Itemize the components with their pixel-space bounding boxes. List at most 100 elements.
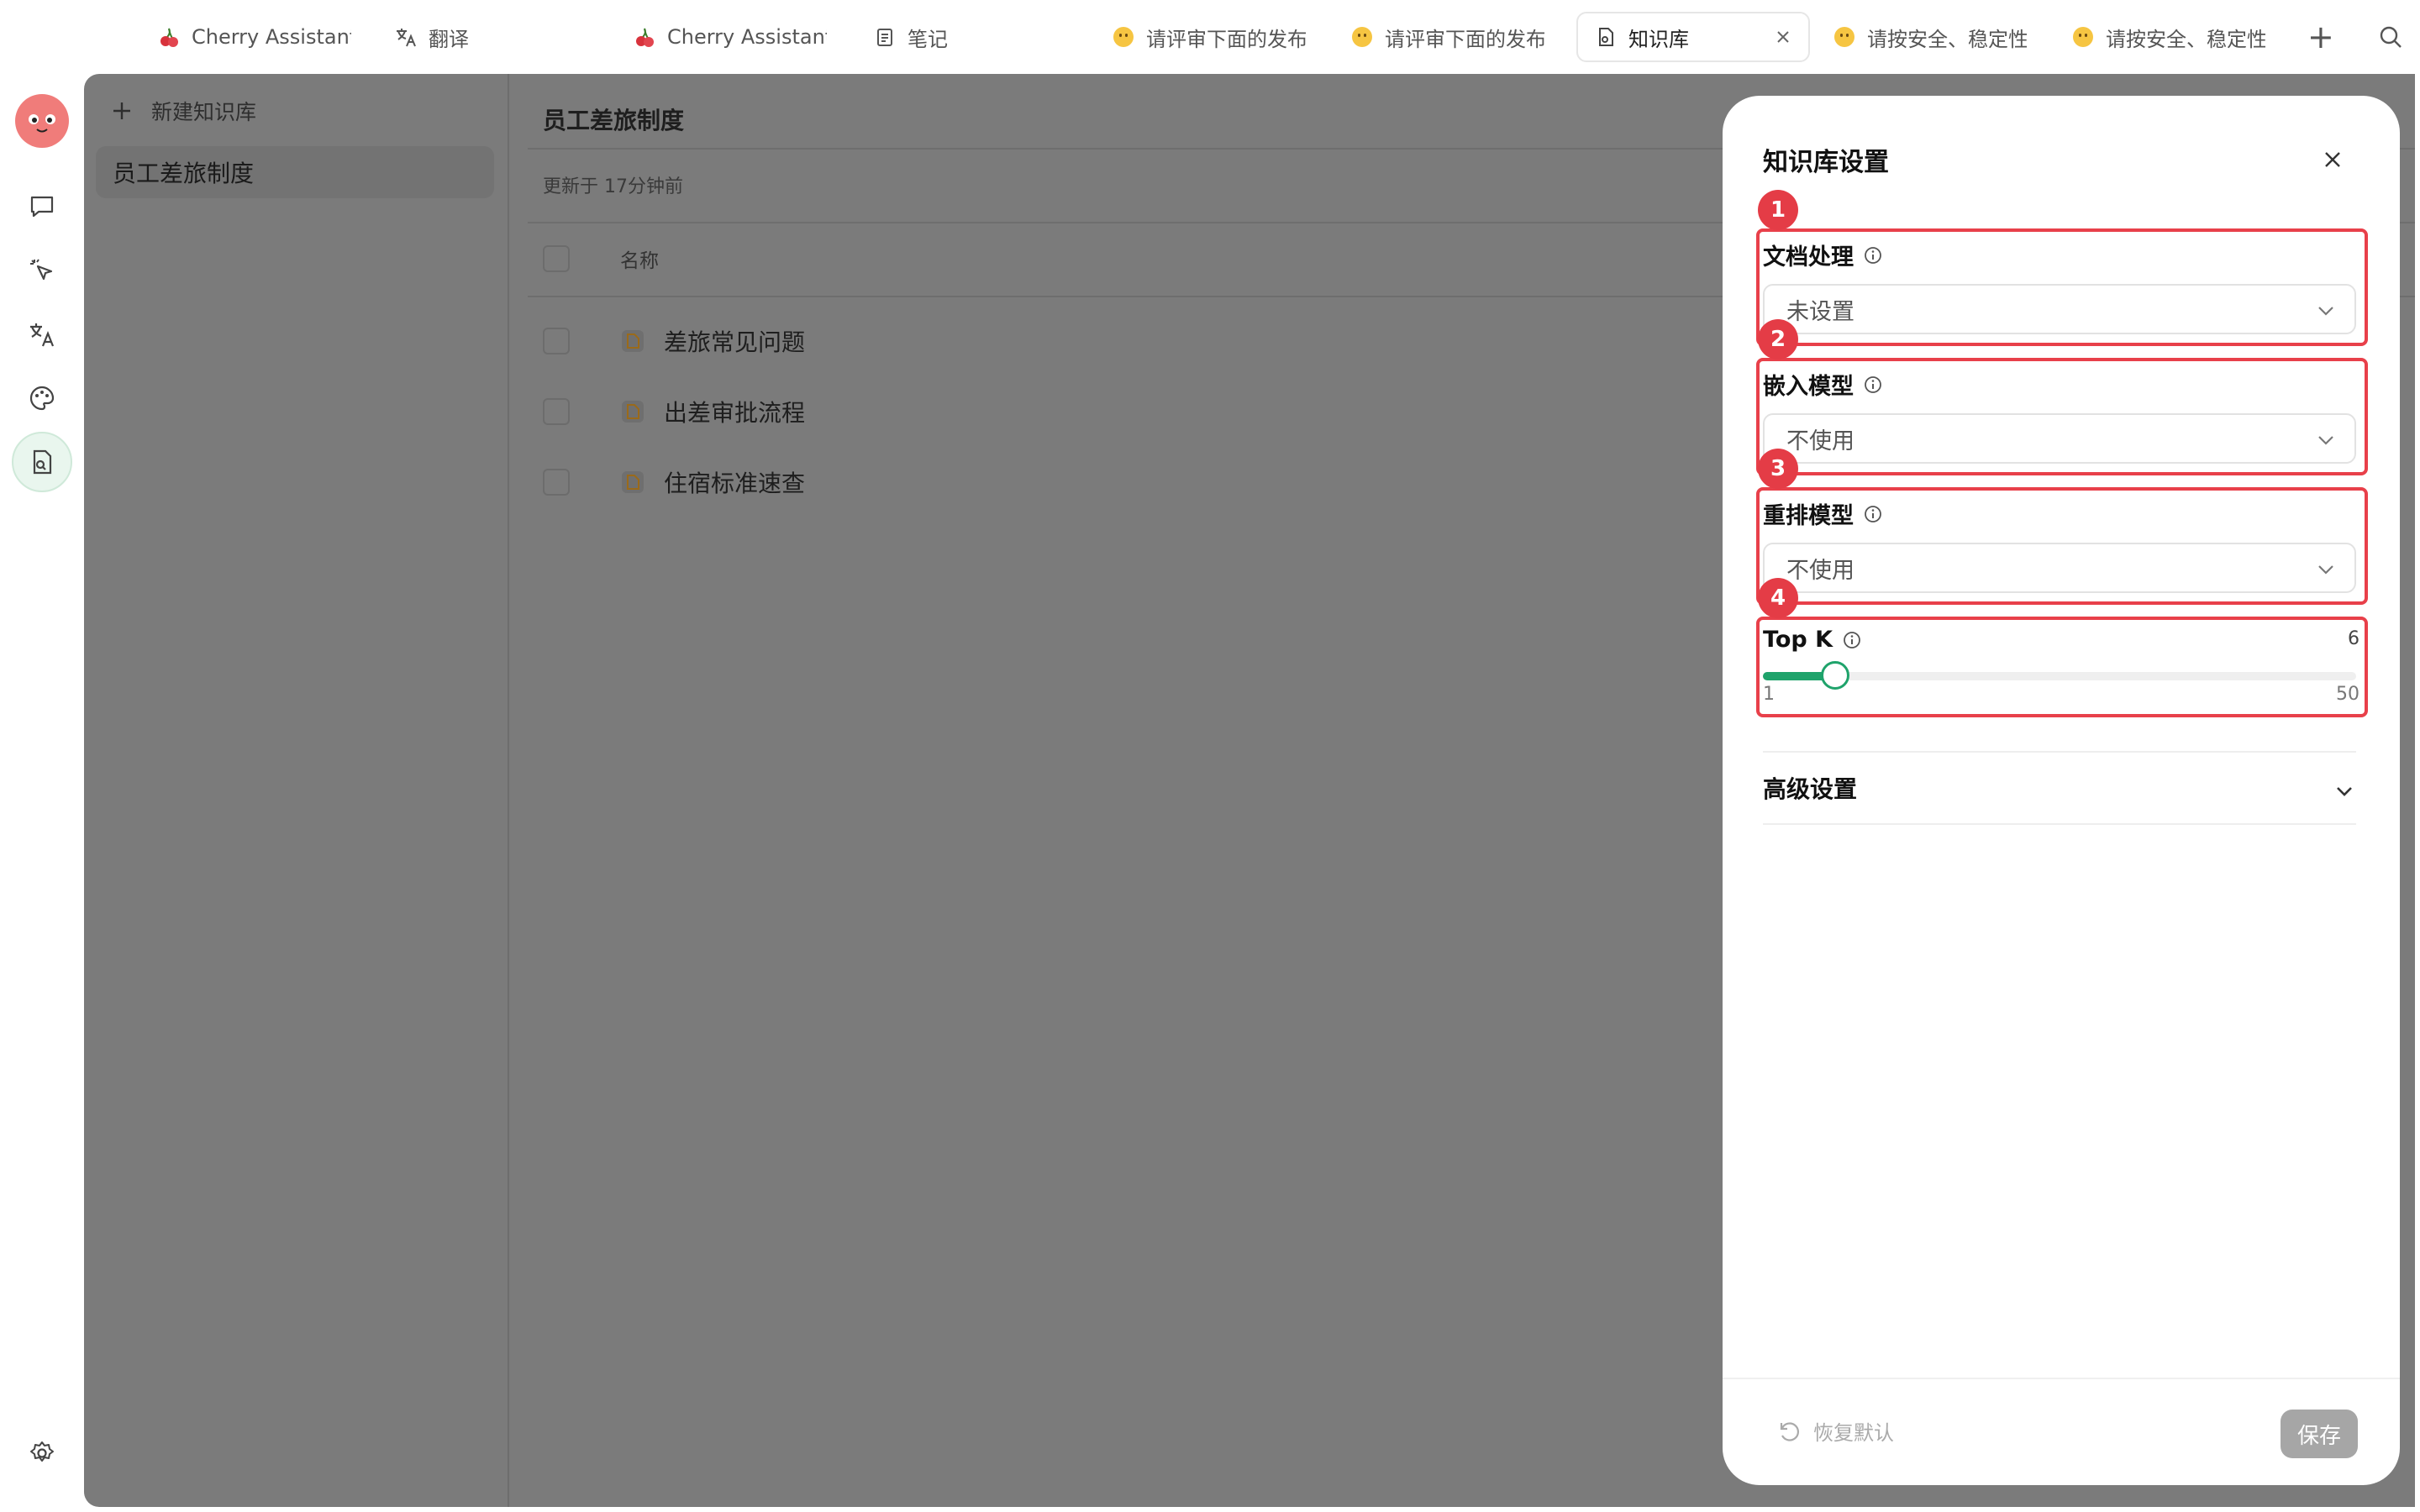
select-all-checkbox[interactable] xyxy=(543,245,570,272)
embedding-label: 嵌入模型 xyxy=(1763,368,1882,401)
emoji-icon xyxy=(2072,26,2094,48)
doc-processing-label-text: 文档处理 xyxy=(1763,244,1854,270)
tab-label: 知识库 xyxy=(1628,27,1689,51)
new-knowledge-base-button[interactable]: 新建知识库 xyxy=(111,96,256,126)
step-badge-1: 1 xyxy=(1758,190,1798,230)
table-row[interactable]: 住宿标准速查 xyxy=(543,457,805,507)
file-name: 出差审批流程 xyxy=(664,399,806,427)
topk-label: Top K xyxy=(1763,627,1861,653)
table-row[interactable]: 出差审批流程 xyxy=(543,386,805,437)
reset-defaults-button[interactable]: 恢复默认 xyxy=(1776,1416,1894,1446)
file-icon xyxy=(620,328,645,354)
save-button[interactable]: 保存 xyxy=(2281,1410,2358,1458)
chat-icon xyxy=(28,192,56,221)
row-checkbox[interactable] xyxy=(543,328,570,354)
file-icon xyxy=(620,399,645,424)
footer-divider xyxy=(1723,1378,2400,1379)
knowledge-base-title: 员工差旅制度 xyxy=(543,107,685,134)
tab-label: 笔记 xyxy=(908,27,948,51)
file-icon xyxy=(620,470,645,495)
doc-processing-value: 未设置 xyxy=(1786,298,1854,325)
close-icon xyxy=(2323,150,2343,170)
rerank-label-text: 重排模型 xyxy=(1763,503,1854,529)
knowledge-base-item[interactable]: 员工差旅制度 xyxy=(96,146,494,198)
translate-icon xyxy=(28,320,56,349)
file-name: 住宿标准速查 xyxy=(664,470,806,497)
info-icon[interactable] xyxy=(1843,631,1861,649)
sidebar-item-chat[interactable] xyxy=(12,176,72,237)
row-checkbox[interactable] xyxy=(543,398,570,425)
doc-processing-label: 文档处理 xyxy=(1763,239,1882,271)
emoji-icon xyxy=(1113,26,1134,48)
tab-label: 请评审下面的发布 xyxy=(1146,27,1306,51)
step-badge-3: 3 xyxy=(1758,449,1798,489)
topk-slider-handle[interactable] xyxy=(1821,661,1849,690)
tab-knowledge[interactable]: 知识库 xyxy=(1576,12,1810,62)
rerank-label: 重排模型 xyxy=(1763,497,1882,530)
sidebar-item-paintings[interactable] xyxy=(12,368,72,428)
table-row[interactable]: 差旅常见问题 xyxy=(543,316,805,366)
chevron-down-icon xyxy=(2334,781,2354,801)
advanced-settings-toggle[interactable]: 高级设置 xyxy=(1763,751,2356,825)
tab-review-1[interactable]: 请评审下面的发布 xyxy=(1113,12,1306,62)
tab-cherry-assistant-1[interactable]: Cherry Assistant xyxy=(158,12,351,62)
tab-label: 请按安全、稳定性 xyxy=(1867,27,2027,51)
file-name: 差旅常见问题 xyxy=(664,328,806,356)
rerank-model-select[interactable]: 不使用 xyxy=(1763,543,2356,593)
sidebar-item-settings[interactable] xyxy=(12,1423,72,1483)
tab-label: Cherry Assistant xyxy=(667,25,827,49)
undo-icon xyxy=(1776,1419,1802,1444)
new-knowledge-base-label: 新建知识库 xyxy=(151,100,257,124)
chevron-down-icon xyxy=(2316,301,2336,321)
column-name-header: 名称 xyxy=(620,250,659,272)
reset-defaults-label: 恢复默认 xyxy=(1813,1421,1894,1445)
avatar[interactable] xyxy=(15,94,69,148)
knowledge-icon xyxy=(1595,26,1617,48)
emoji-icon xyxy=(1351,26,1373,48)
tab-security-1[interactable]: 请按安全、稳定性 xyxy=(1833,12,2027,62)
info-icon[interactable] xyxy=(1864,505,1882,523)
tab-cherry-assistant-2[interactable]: Cherry Assistant xyxy=(634,12,827,62)
knowledge-base-list: 新建知识库 员工差旅制度 xyxy=(84,74,508,1507)
tab-notes[interactable]: 笔记 xyxy=(874,12,975,62)
sidebar-item-knowledge[interactable] xyxy=(12,432,72,492)
embedding-value: 不使用 xyxy=(1786,428,1854,454)
tab-security-2[interactable]: 请按安全、稳定性 xyxy=(2072,12,2265,62)
step-badge-2: 2 xyxy=(1758,319,1798,360)
topk-min: 1 xyxy=(1763,684,1775,705)
emoji-icon xyxy=(1833,26,1855,48)
updated-time: 更新于 17分钟前 xyxy=(543,176,683,197)
close-panel-button[interactable] xyxy=(2317,144,2348,175)
tab-label: 请评审下面的发布 xyxy=(1385,27,1544,51)
tab-label: 翻译 xyxy=(429,27,469,51)
plus-icon xyxy=(111,100,133,122)
palette-icon xyxy=(28,384,56,412)
close-tab-icon[interactable] xyxy=(1775,29,1791,45)
cherry-icon xyxy=(158,26,180,48)
embedding-model-select[interactable]: 不使用 xyxy=(1763,413,2356,464)
step-badge-4: 4 xyxy=(1758,578,1798,618)
sidebar-item-agents[interactable] xyxy=(12,240,72,301)
sidebar-item-translate[interactable] xyxy=(12,304,72,365)
info-icon[interactable] xyxy=(1864,246,1882,265)
knowledge-base-icon xyxy=(28,448,56,476)
agent-cursor-icon xyxy=(28,256,56,285)
advanced-settings-label: 高级设置 xyxy=(1763,775,1858,803)
rerank-value: 不使用 xyxy=(1786,557,1854,584)
topk-label-text: Top K xyxy=(1763,627,1833,653)
tab-label: Cherry Assistant xyxy=(192,25,351,49)
notes-icon xyxy=(874,26,896,48)
info-icon[interactable] xyxy=(1864,375,1882,394)
tab-review-2[interactable]: 请评审下面的发布 xyxy=(1351,12,1544,62)
add-tab-button[interactable]: + xyxy=(2307,12,2341,62)
doc-processing-select[interactable]: 未设置 xyxy=(1763,284,2356,334)
settings-icon xyxy=(29,1440,55,1467)
topk-value: 6 xyxy=(2348,628,2360,649)
row-checkbox[interactable] xyxy=(543,469,570,496)
chevron-down-icon xyxy=(2316,559,2336,580)
chevron-down-icon xyxy=(2316,430,2336,450)
tab-translate[interactable]: 翻译 xyxy=(395,12,496,62)
search-button[interactable] xyxy=(2378,12,2412,62)
topk-slider[interactable] xyxy=(1763,661,2356,690)
app-sidebar xyxy=(0,74,84,1512)
